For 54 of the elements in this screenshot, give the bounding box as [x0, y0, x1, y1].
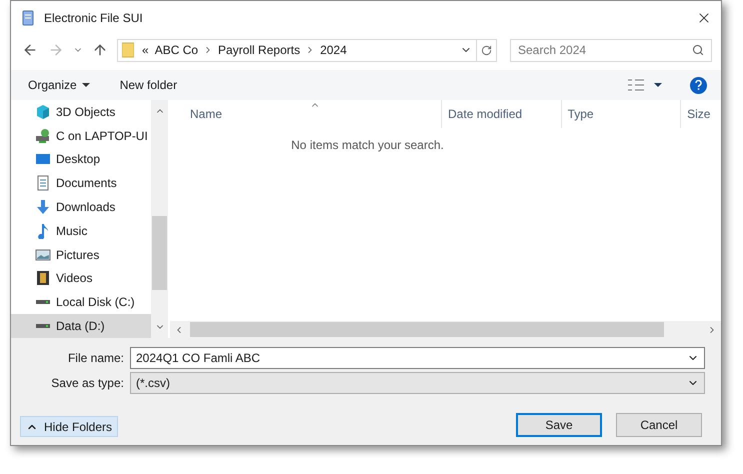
caret-icon — [82, 83, 90, 87]
down-arrow-icon — [35, 199, 51, 216]
refresh-icon — [481, 44, 492, 56]
file-type-dropdown[interactable]: (*.csv) — [130, 372, 705, 394]
details-view-icon — [628, 79, 644, 91]
breadcrumb[interactable]: « — [142, 41, 149, 59]
sidebar-item[interactable]: Data (D:) — [11, 314, 151, 338]
sidebar-scrollbar[interactable] — [151, 100, 168, 338]
cancel-button[interactable]: Cancel — [616, 413, 702, 437]
save-button[interactable]: Save — [516, 413, 602, 437]
cube-icon — [35, 104, 51, 120]
search-icon — [692, 44, 704, 56]
field-label: File name: — [66, 350, 125, 367]
forward-arrow-icon — [48, 42, 64, 58]
folder-icon — [122, 42, 134, 58]
horizontal-scrollbar[interactable] — [170, 321, 721, 338]
caret-icon — [654, 83, 662, 87]
sidebar-item[interactable]: Music — [11, 218, 151, 243]
sidebar-item[interactable]: 3D Objects — [11, 100, 151, 124]
network-drive-icon — [35, 128, 51, 144]
sidebar-item[interactable]: C on LAPTOP-UI — [11, 124, 151, 148]
breadcrumb[interactable]: 2024 — [320, 41, 347, 59]
document-icon — [35, 175, 51, 192]
hide-folders-button[interactable]: Hide Folders — [20, 416, 118, 437]
breadcrumb[interactable]: Payroll Reports — [218, 41, 300, 59]
music-note-icon — [35, 222, 51, 239]
window-title: Electronic File SUI — [44, 10, 143, 26]
file-name-field[interactable]: 2024Q1 CO Famli ABC — [130, 347, 705, 369]
sidebar-item[interactable]: Local Disk (C:) — [11, 290, 151, 314]
drive-icon — [35, 324, 51, 328]
scrollbar-thumb[interactable] — [190, 322, 664, 337]
column-header[interactable]: Type — [562, 100, 682, 128]
scrollbar-thumb[interactable] — [152, 216, 167, 290]
sidebar-item[interactable]: Videos — [11, 266, 151, 290]
picture-icon — [35, 246, 51, 263]
empty-message: No items match your search. — [291, 137, 444, 154]
field-label: Save as type: — [50, 375, 125, 392]
film-icon — [35, 270, 51, 286]
help-button[interactable] — [690, 76, 707, 94]
column-header[interactable]: Date modified — [442, 100, 562, 128]
sidebar-item[interactable]: Pictures — [11, 242, 151, 267]
address-bar[interactable]: « ABC Co Payroll Reports 2024 — [117, 38, 497, 62]
organize-button[interactable]: Organize — [20, 73, 98, 97]
column-header[interactable]: Name — [170, 100, 442, 128]
breadcrumb[interactable]: ABC Co — [154, 41, 198, 59]
search-field[interactable]: Search 2024 — [510, 38, 712, 62]
new-folder-button[interactable]: New folder — [112, 73, 186, 97]
document-app-icon — [20, 10, 36, 26]
sidebar-item[interactable]: Desktop — [11, 148, 151, 172]
question-icon — [695, 80, 702, 90]
sidebar-item[interactable]: Documents — [11, 171, 151, 196]
sidebar-item[interactable]: Downloads — [11, 195, 151, 219]
drive-icon — [35, 300, 51, 304]
column-header[interactable]: Size — [681, 100, 721, 128]
